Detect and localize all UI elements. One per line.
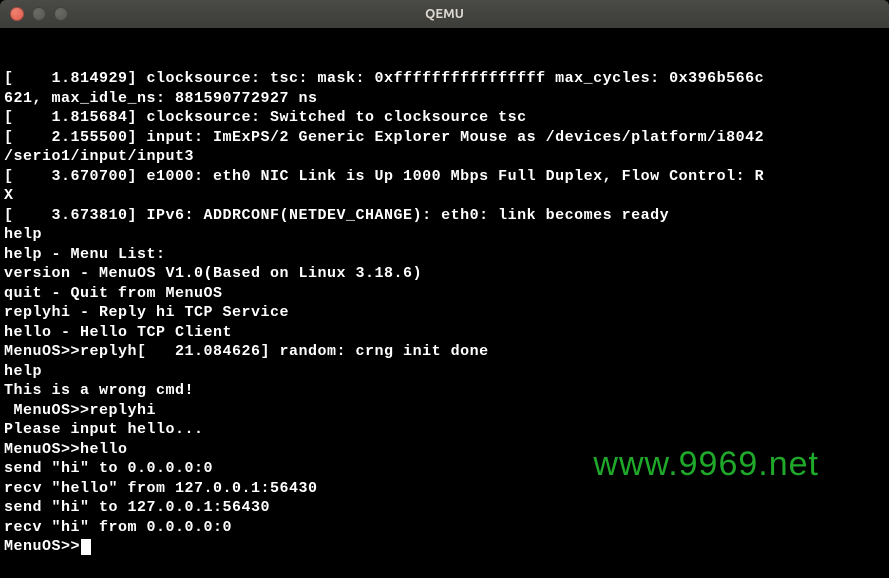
window-controls — [0, 7, 68, 21]
terminal-line: This is a wrong cmd! — [4, 381, 885, 401]
terminal-line: quit - Quit from MenuOS — [4, 284, 885, 304]
terminal-line: version - MenuOS V1.0(Based on Linux 3.1… — [4, 264, 885, 284]
terminal-line: hello - Hello TCP Client — [4, 323, 885, 343]
terminal-line: 621, max_idle_ns: 881590772927 ns — [4, 89, 885, 109]
terminal-line: help — [4, 362, 885, 382]
minimize-icon[interactable] — [32, 7, 46, 21]
terminal-line: recv "hello" from 127.0.0.1:56430 — [4, 479, 885, 499]
terminal-line: replyhi - Reply hi TCP Service — [4, 303, 885, 323]
terminal-line: MenuOS>>hello — [4, 440, 885, 460]
terminal-line: [ 2.155500] input: ImExPS/2 Generic Expl… — [4, 128, 885, 148]
terminal-output[interactable]: [ 1.814929] clocksource: tsc: mask: 0xff… — [0, 28, 889, 578]
terminal-line: [ 3.670700] e1000: eth0 NIC Link is Up 1… — [4, 167, 885, 187]
cursor-icon — [81, 539, 91, 555]
titlebar: QEMU — [0, 0, 889, 28]
terminal-line: MenuOS>>replyh[ 21.084626] random: crng … — [4, 342, 885, 362]
terminal-line: [ 3.673810] IPv6: ADDRCONF(NETDEV_CHANGE… — [4, 206, 885, 226]
terminal-line: MenuOS>>replyhi — [4, 401, 885, 421]
terminal-line: send "hi" to 127.0.0.1:56430 — [4, 498, 885, 518]
terminal-line: Please input hello... — [4, 420, 885, 440]
terminal-line: [ 1.814929] clocksource: tsc: mask: 0xff… — [4, 69, 885, 89]
terminal-line: /serio1/input/input3 — [4, 147, 885, 167]
terminal-line: X — [4, 186, 885, 206]
terminal-line: send "hi" to 0.0.0.0:0 — [4, 459, 885, 479]
terminal-line: help — [4, 225, 885, 245]
terminal-line: help - Menu List: — [4, 245, 885, 265]
window-title: QEMU — [0, 6, 889, 23]
terminal-line: recv "hi" from 0.0.0.0:0 — [4, 518, 885, 538]
maximize-icon[interactable] — [54, 7, 68, 21]
terminal-line: [ 1.815684] clocksource: Switched to clo… — [4, 108, 885, 128]
close-icon[interactable] — [10, 7, 24, 21]
prompt: MenuOS>> — [4, 538, 80, 555]
